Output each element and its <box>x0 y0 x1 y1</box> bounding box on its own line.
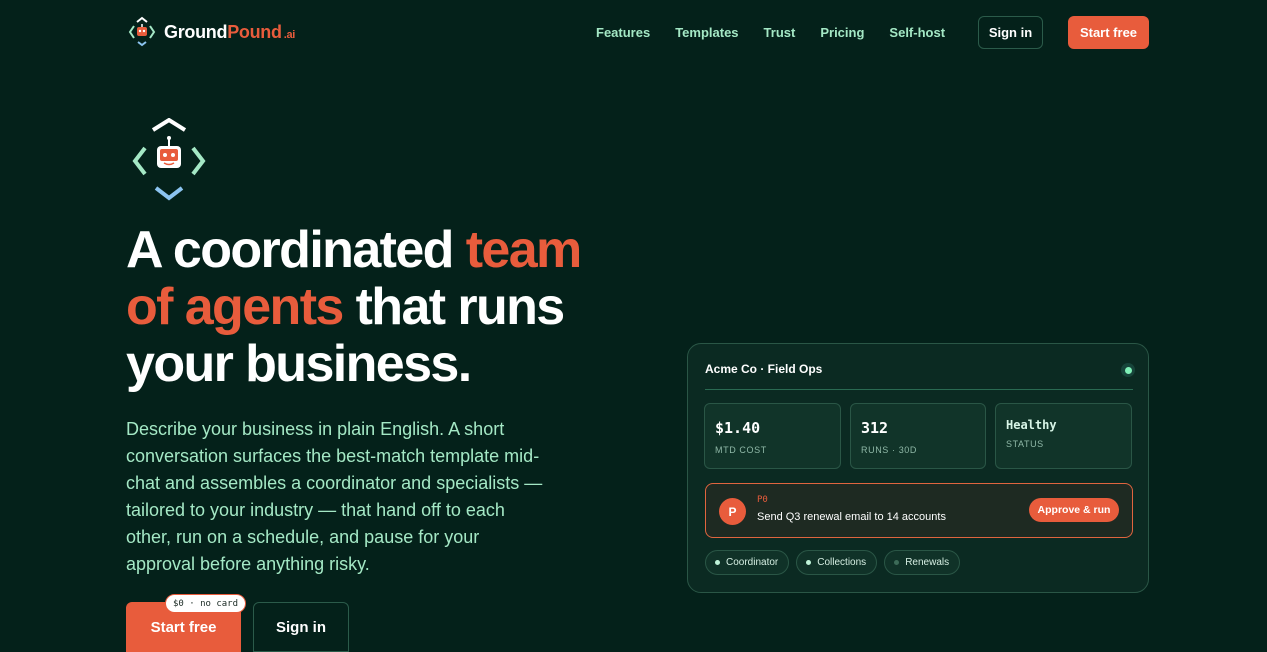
chip-label: Collections <box>817 557 867 568</box>
robot-logo-icon <box>128 16 156 47</box>
online-dot-icon <box>1121 363 1135 377</box>
headline-highlight-1: team <box>465 221 583 279</box>
status-dot-icon <box>894 560 900 565</box>
approve-and-run-button[interactable]: Approve & run <box>1029 498 1119 522</box>
brand[interactable]: GroundPound .ai <box>128 16 295 48</box>
chip-label: Coordinator <box>726 557 779 568</box>
chip-renewals[interactable]: Renewals <box>884 550 961 575</box>
dashboard-preview-card: Acme Co · Field Ops $1.40 MTD COST 312 R… <box>687 343 1149 593</box>
robot-hero-icon <box>132 118 206 201</box>
approval-description: Send Q3 renewal email to 14 accounts <box>757 511 946 523</box>
brand-name-part2: Pound <box>227 21 282 42</box>
stat-status: Healthy STATUS <box>995 403 1132 469</box>
stat-value: Healthy <box>1006 418 1057 432</box>
agent-chips: Coordinator Collections Renewals <box>705 550 961 575</box>
stat-mtd-cost: $1.40 MTD COST <box>704 403 841 469</box>
nav-sign-in-button[interactable]: Sign in <box>978 16 1043 49</box>
headline-part-3: your business. <box>126 335 472 393</box>
chip-label: Renewals <box>905 557 950 568</box>
status-dot-icon <box>715 560 720 565</box>
hero-description: Describe your business in plain English.… <box>126 419 543 574</box>
headline-highlight-2: of agents <box>126 278 344 336</box>
no-card-badge: $0 · no card <box>165 594 247 613</box>
card-divider <box>705 389 1133 390</box>
stat-runs: 312 RUNS · 30D <box>850 403 986 469</box>
avatar: P <box>719 498 746 525</box>
brand-name-part1: Ground <box>164 21 228 42</box>
workspace-title: Acme Co · Field Ops <box>705 362 823 376</box>
hero-headline: A coordinated team of agents that runs y… <box>126 222 686 393</box>
nav-link-trust[interactable]: Trust <box>764 25 796 40</box>
nav-link-pricing[interactable]: Pricing <box>820 25 864 40</box>
nav-link-features[interactable]: Features <box>596 25 650 40</box>
brand-suffix: .ai <box>283 28 296 41</box>
nav-links: Features Templates Trust Pricing Self-ho… <box>596 16 970 49</box>
stat-label: RUNS · 30D <box>861 445 918 455</box>
landing-page: GroundPound .ai Features Templates Trust … <box>0 0 1267 652</box>
nav-start-free-button[interactable]: Start free <box>1068 16 1149 49</box>
stat-label: MTD COST <box>715 445 767 455</box>
top-nav: GroundPound .ai Features Templates Trust … <box>0 0 1267 64</box>
chip-collections[interactable]: Collections <box>796 550 878 575</box>
headline-part-1: A coordinated <box>126 221 466 279</box>
chip-coordinator[interactable]: Coordinator <box>705 550 790 575</box>
pending-approval-item: P P0 Send Q3 renewal email to 14 account… <box>705 483 1133 538</box>
stat-value: 312 <box>861 419 889 437</box>
priority-label: P0 <box>757 495 768 505</box>
stat-value: $1.40 <box>715 419 761 437</box>
stat-label: STATUS <box>1006 439 1044 449</box>
brand-name: GroundPound .ai <box>164 22 295 43</box>
status-dot-icon <box>806 560 812 565</box>
headline-part-2: that runs <box>342 278 566 336</box>
nav-link-self-host[interactable]: Self-host <box>889 25 945 40</box>
nav-link-templates[interactable]: Templates <box>675 25 738 40</box>
hero-sign-in-button[interactable]: Sign in <box>253 602 349 652</box>
